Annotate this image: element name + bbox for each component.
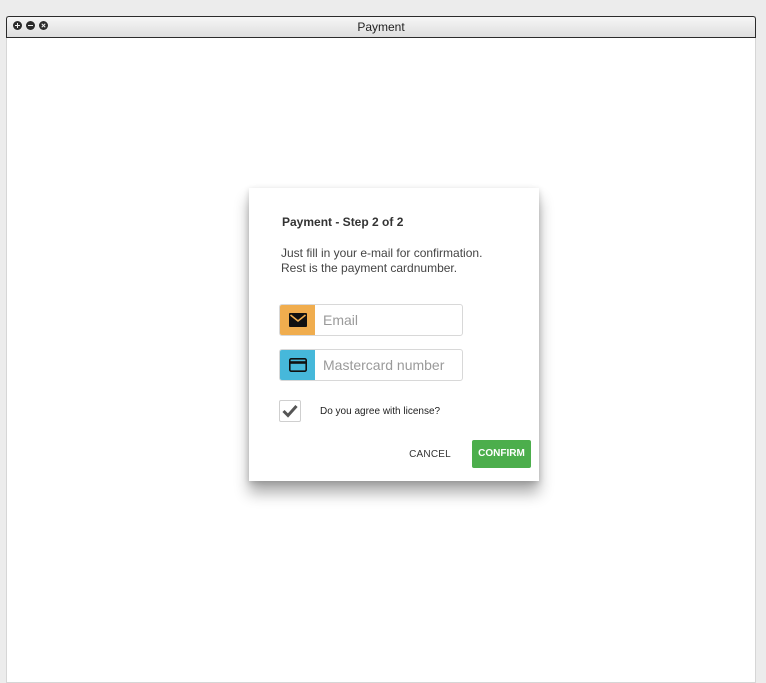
title-bar: Payment [6,16,756,38]
description-line-1: Just fill in your e-mail for confirmatio… [281,246,483,260]
license-checkbox[interactable] [279,400,301,422]
cancel-button[interactable]: CANCEL [401,446,459,464]
license-label: Do you agree with license? [320,406,441,417]
envelope-icon [280,305,315,335]
payment-dialog: Payment - Step 2 of 2 Just fill in your … [249,188,539,481]
description-line-2: Rest is the payment cardnumber. [281,261,458,275]
card-number-field [279,349,463,381]
card-number-input[interactable] [315,350,462,380]
app-window: Payment Payment - Step 2 of 2 Just fill … [6,16,756,683]
email-field [279,304,463,336]
credit-card-icon [280,350,315,380]
email-input[interactable] [315,305,462,335]
confirm-button[interactable]: CONFIRM [472,440,531,468]
dialog-title: Payment - Step 2 of 2 [282,215,404,229]
window-title: Payment [357,20,405,34]
checkmark-icon [282,404,298,418]
dialog-description: Just fill in your e-mail for confirmatio… [281,246,521,276]
